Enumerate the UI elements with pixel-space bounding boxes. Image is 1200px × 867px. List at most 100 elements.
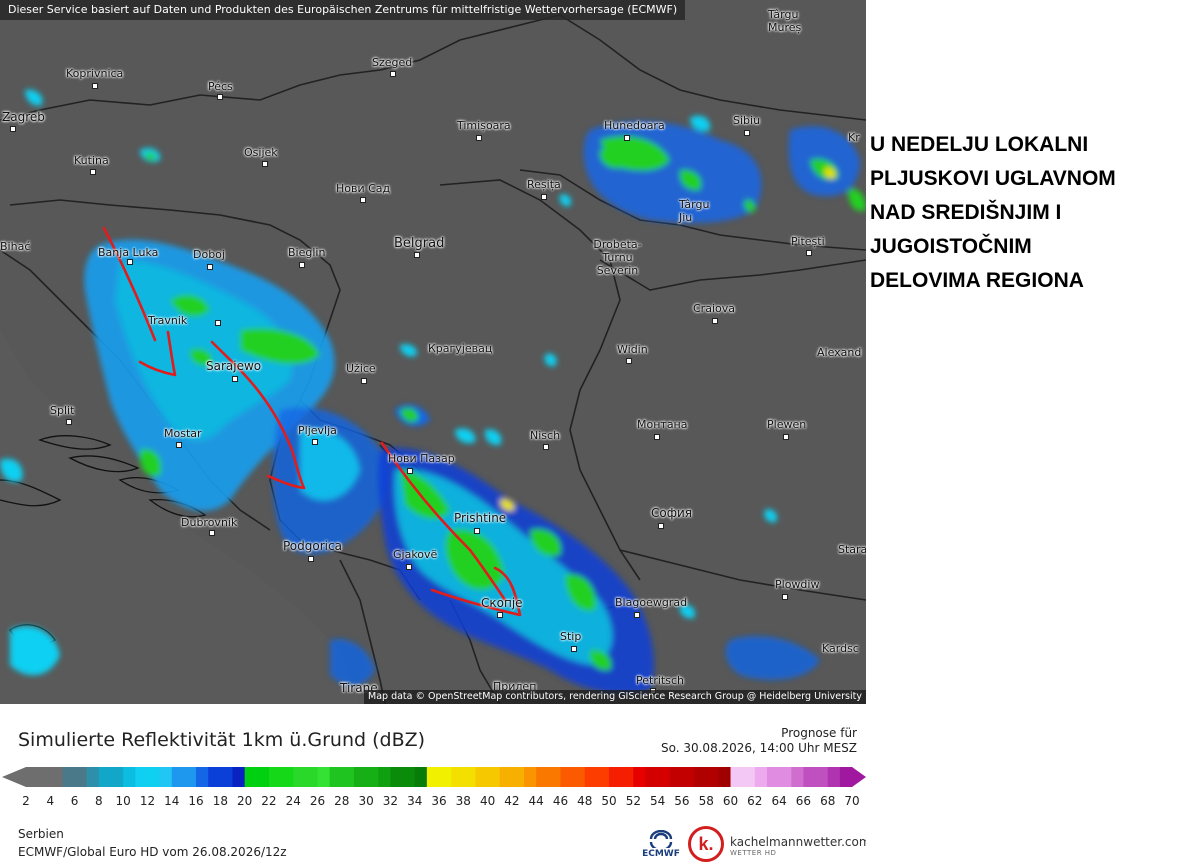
- scale-cell: [208, 767, 221, 787]
- scale-cell: [426, 767, 440, 787]
- scale-cell: [657, 767, 671, 787]
- city-dot: [262, 161, 268, 167]
- city-label: Pitești: [791, 235, 825, 248]
- scale-tick-label: 22: [261, 794, 277, 808]
- city-label: Reșița: [527, 178, 561, 191]
- city-dot: [624, 135, 630, 141]
- city-dot: [783, 434, 789, 440]
- scale-cell: [293, 767, 306, 787]
- city-label: Belgrad: [394, 236, 445, 251]
- scale-cell: [815, 767, 829, 787]
- scale-tick-label: 26: [309, 794, 326, 808]
- city-label: Dubrovnik: [181, 516, 238, 529]
- scale-cell: [572, 767, 586, 787]
- city-dot: [497, 612, 503, 618]
- city-dot: [10, 126, 16, 132]
- map-attribution: Map data © OpenStreetMap contributors, r…: [364, 690, 866, 704]
- kachelmann-sub: WETTER HD: [730, 849, 777, 857]
- city-label: Nisch: [530, 429, 561, 442]
- scale-tick-label: 14: [164, 794, 180, 808]
- city-dot: [390, 71, 396, 77]
- annotation-line: JUGOISTOČNIM: [870, 235, 1032, 258]
- scale-tick-label: 18: [212, 794, 228, 808]
- weather-map[interactable]: Dieser Service basiert auf Daten und Pro…: [0, 0, 866, 704]
- scale-cell: [390, 767, 404, 787]
- city-label: Szeged: [372, 56, 413, 69]
- city-label: Mostar: [164, 427, 202, 440]
- city-label: Kardsc: [822, 642, 859, 655]
- scale-tick-label: 58: [698, 794, 714, 808]
- scale-cell: [366, 767, 379, 787]
- scale-tick-label: 44: [528, 794, 544, 808]
- ecmwf-logo[interactable]: ECMWF: [640, 830, 682, 864]
- city-dot: [414, 252, 420, 258]
- scale-tick-label: 48: [577, 794, 593, 808]
- city-label: Prishtine: [454, 511, 507, 525]
- scale-cell: [317, 767, 331, 787]
- scale-cell: [560, 767, 574, 787]
- scale-cell: [256, 767, 270, 787]
- city-label: Нови Пазар: [388, 452, 455, 465]
- forecast-annotation: U NEDELJU LOKALNI PLJUSKOVI UGLAVNOM NAD…: [870, 128, 1200, 298]
- city-label: Drobeta-Turnu Severin: [593, 238, 642, 277]
- scale-cell: [827, 767, 841, 787]
- city-label: Kr: [848, 131, 860, 144]
- city-dot: [744, 130, 750, 136]
- model-run-label: ECMWF/Global Euro HD vom 26.08.2026/12z: [18, 845, 287, 859]
- city-dot: [806, 250, 812, 256]
- scale-cell: [718, 767, 732, 787]
- city-dot: [127, 259, 133, 265]
- scale-tick-label: 32: [382, 794, 399, 808]
- annotation-line: NAD SREDIŠNJIM I: [870, 201, 1062, 224]
- scale-cell: [609, 767, 622, 787]
- scale-cell: [378, 767, 391, 787]
- scale-tick-label: 24: [285, 794, 301, 808]
- city-label: Pljevlja: [298, 424, 337, 437]
- city-dot: [361, 378, 367, 384]
- scale-left-arrow: [2, 767, 26, 787]
- city-label: Split: [50, 404, 75, 417]
- dbz-color-scale: [2, 767, 866, 787]
- city-dot: [658, 523, 664, 529]
- city-label: Koprivnica: [66, 67, 124, 80]
- city-label: Užice: [346, 362, 376, 375]
- city-label: Sarajewo: [206, 359, 262, 373]
- city-label: Plewen: [767, 418, 807, 431]
- city-label: Petritsch: [636, 674, 684, 687]
- annotation-line: DELOVIMA REGIONA: [870, 269, 1084, 292]
- ecmwf-text: ECMWF: [642, 849, 680, 859]
- scale-tick-label: 50: [601, 794, 617, 808]
- city-dot: [476, 135, 482, 141]
- city-dot: [626, 358, 632, 364]
- scale-tick-label: 34: [407, 794, 423, 808]
- scale-tick-label: 62: [747, 794, 763, 808]
- scale-cell: [111, 767, 124, 787]
- scale-cell: [694, 767, 707, 787]
- scale-cell: [244, 767, 258, 787]
- city-dot: [207, 264, 213, 270]
- city-label: Крагујевац: [428, 342, 493, 355]
- scale-cell: [341, 767, 355, 787]
- city-label: Sibiu: [733, 114, 761, 127]
- city-dot: [782, 594, 788, 600]
- city-label: Podgorica: [283, 539, 342, 553]
- city-dot: [474, 528, 480, 534]
- scale-cell: [305, 767, 319, 787]
- scale-cell: [353, 767, 367, 787]
- city-label: Stip: [560, 630, 582, 643]
- kachelmann-logo-icon[interactable]: k.: [688, 826, 724, 862]
- scale-tick-label: 30: [358, 794, 374, 808]
- scale-tick-label: 70: [844, 794, 860, 808]
- city-dot: [217, 94, 223, 100]
- scale-cell: [730, 767, 744, 787]
- scale-cell: [766, 767, 780, 787]
- scale-tick-label: 54: [650, 794, 666, 808]
- scale-cell: [62, 767, 76, 787]
- scale-tick-label: 42: [504, 794, 520, 808]
- scale-tick-label: 66: [795, 794, 812, 808]
- scale-cell: [220, 767, 233, 787]
- city-dot: [312, 439, 318, 445]
- scale-cell: [232, 767, 246, 787]
- annotation-line: U NEDELJU LOKALNI: [870, 133, 1089, 156]
- kachelmann-name[interactable]: kachelmannwetter.com: [730, 835, 871, 849]
